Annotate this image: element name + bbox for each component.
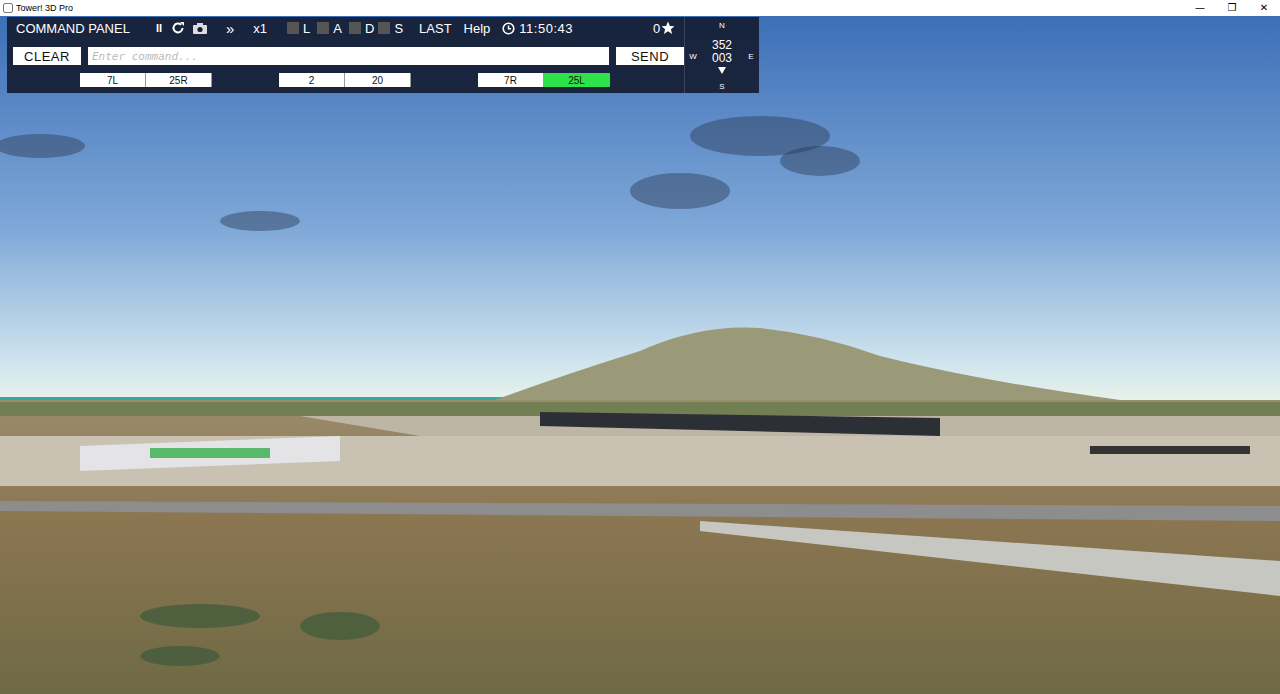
filter-label[interactable]: S xyxy=(394,21,403,36)
score-count: 0 xyxy=(653,21,660,36)
runway-button[interactable]: 2 xyxy=(279,73,345,87)
restart-icon[interactable] xyxy=(171,21,185,35)
window-control-button[interactable]: ✕ xyxy=(1248,0,1280,16)
speed-label[interactable]: x1 xyxy=(253,21,267,36)
window-control-button[interactable]: ❐ xyxy=(1216,0,1248,16)
clock-time: 11:50:43 xyxy=(519,21,573,36)
airport-scene[interactable] xyxy=(0,16,1280,694)
app-icon xyxy=(3,3,13,13)
filter-label[interactable]: D xyxy=(365,21,374,36)
panel-title: COMMAND PANEL xyxy=(16,21,130,36)
window-control-button[interactable]: — xyxy=(1184,0,1216,16)
last-button[interactable]: LAST xyxy=(419,21,452,36)
runway-button[interactable]: 20 xyxy=(345,73,411,87)
pause-button[interactable]: II xyxy=(156,22,162,34)
filter-toggle[interactable]: A xyxy=(317,21,342,36)
clear-button[interactable]: CLEAR xyxy=(13,47,81,65)
filter-toggle[interactable]: S xyxy=(378,21,403,36)
compass-south: S xyxy=(701,79,743,93)
runway-group: 220 xyxy=(279,73,411,87)
filter-checkbox[interactable] xyxy=(287,22,299,34)
toolbar: COMMAND PANEL II » x1 L A D S LAST Help 11:50:43 0 xyxy=(7,17,684,39)
help-button[interactable]: Help xyxy=(464,21,491,36)
compass: NW 352003 ES xyxy=(684,17,759,93)
command-input[interactable] xyxy=(88,47,609,65)
compass-north: N xyxy=(701,17,743,33)
filter-checkbox[interactable] xyxy=(317,22,329,34)
runway-button[interactable]: 25R xyxy=(146,73,212,87)
clock-icon xyxy=(502,22,515,35)
command-panel: COMMAND PANELII»x1LADSLASTHelp11:50:430C… xyxy=(7,17,759,93)
title-bar: Tower! 3D Pro —❐✕ xyxy=(0,0,1280,16)
filter-checkbox[interactable] xyxy=(378,22,390,34)
runway-button[interactable]: 7L xyxy=(80,73,146,87)
compass-heading: 352 xyxy=(712,39,732,52)
runway-group: 7R25L xyxy=(478,73,610,87)
command-bar: CLEAR SEND xyxy=(7,39,684,67)
filter-toggle[interactable]: L xyxy=(287,21,310,36)
camera-icon[interactable] xyxy=(192,21,208,35)
send-button[interactable]: SEND xyxy=(616,47,684,65)
runway-selector: 7L25R 220 7R25L xyxy=(7,67,684,87)
compass-east: E xyxy=(743,33,759,79)
fast-forward-button[interactable]: » xyxy=(226,20,234,37)
filter-checkbox[interactable] xyxy=(349,22,361,34)
pointer-icon xyxy=(718,67,726,74)
filter-label[interactable]: A xyxy=(333,21,342,36)
filter-toggle[interactable]: D xyxy=(349,21,374,36)
game-viewport[interactable]: COMMAND PANELII»x1LADSLASTHelp11:50:430C… xyxy=(0,16,1280,694)
star-icon xyxy=(661,21,675,35)
compass-west: W xyxy=(685,33,701,79)
compass-wind: 003 xyxy=(712,52,732,65)
window-title: Tower! 3D Pro xyxy=(16,3,73,13)
runway-button[interactable]: 25L xyxy=(544,73,610,87)
filter-label[interactable]: L xyxy=(303,21,310,36)
runway-group: 7L25R xyxy=(80,73,212,87)
runway-button[interactable]: 7R xyxy=(478,73,544,87)
